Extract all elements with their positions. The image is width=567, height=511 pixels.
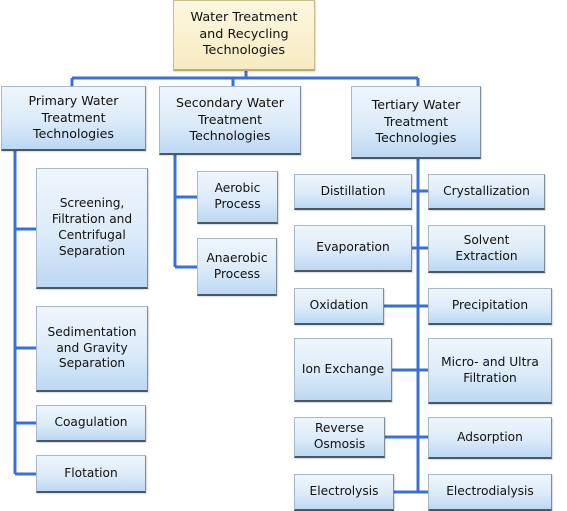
- tertiary-right-label: Crystallization: [443, 183, 530, 198]
- tertiary-left-node: Reverse Osmosis: [294, 417, 385, 458]
- primary-child-node: Sedimentation and Gravity Separation: [36, 306, 148, 392]
- tertiary-left-node: Evaporation: [294, 225, 412, 272]
- secondary-child-node: Anaerobic Process: [197, 238, 277, 296]
- secondary-label: Secondary Water Treatment Technologies: [176, 95, 284, 144]
- secondary-child-label: Anaerobic Process: [206, 250, 268, 281]
- primary-child-label: Coagulation: [54, 415, 128, 430]
- tertiary-left-node: Oxidation: [294, 288, 384, 325]
- tertiary-left-label: Evaporation: [316, 240, 390, 255]
- tertiary-right-node: Solvent Extraction: [428, 225, 545, 273]
- root-node: Water Treatment and Recycling Technologi…: [173, 0, 315, 71]
- tertiary-right-label: Electrodialysis: [446, 484, 534, 499]
- tertiary-right-label: Solvent Extraction: [455, 232, 518, 263]
- tertiary-left-label: Distillation: [320, 183, 386, 198]
- tertiary-left-label: Electrolysis: [309, 484, 379, 499]
- tertiary-right-label: Precipitation: [451, 298, 529, 313]
- tertiary-label: Tertiary Water Treatment Technologies: [371, 97, 461, 146]
- primary-label: Primary Water Treatment Technologies: [28, 93, 119, 142]
- tertiary-right-node: Precipitation: [428, 288, 552, 325]
- tertiary-right-node: Electrodialysis: [428, 474, 552, 511]
- tertiary-left-label: Ion Exchange: [301, 361, 385, 376]
- primary-child-node: Screening, Filtration and Centrifugal Se…: [36, 168, 148, 289]
- tertiary-left-label: Reverse Osmosis: [313, 421, 366, 451]
- tertiary-right-label: Micro- and Ultra Filtration: [441, 354, 539, 385]
- root-label: Water Treatment and Recycling Technologi…: [190, 10, 298, 59]
- primary-node: Primary Water Treatment Technologies: [1, 86, 146, 151]
- tertiary-right-node: Micro- and Ultra Filtration: [428, 338, 552, 404]
- primary-child-label: Flotation: [64, 465, 118, 480]
- secondary-node: Secondary Water Treatment Technologies: [159, 86, 301, 155]
- secondary-child-label: Aerobic Process: [214, 181, 261, 211]
- tertiary-left-node: Distillation: [294, 174, 412, 210]
- tertiary-right-node: Adsorption: [428, 417, 552, 459]
- primary-child-label: Screening, Filtration and Centrifugal Se…: [51, 196, 133, 258]
- primary-child-node: Coagulation: [36, 405, 146, 442]
- primary-child-node: Flotation: [36, 455, 146, 493]
- tertiary-right-node: Crystallization: [428, 174, 545, 210]
- tertiary-node: Tertiary Water Treatment Technologies: [351, 86, 481, 159]
- tertiary-left-node: Electrolysis: [294, 474, 394, 511]
- primary-child-label: Sedimentation and Gravity Separation: [47, 324, 137, 371]
- secondary-child-node: Aerobic Process: [197, 171, 278, 224]
- tertiary-right-label: Adsorption: [457, 429, 523, 444]
- tertiary-left-label: Oxidation: [309, 298, 369, 313]
- tertiary-left-node: Ion Exchange: [294, 338, 392, 402]
